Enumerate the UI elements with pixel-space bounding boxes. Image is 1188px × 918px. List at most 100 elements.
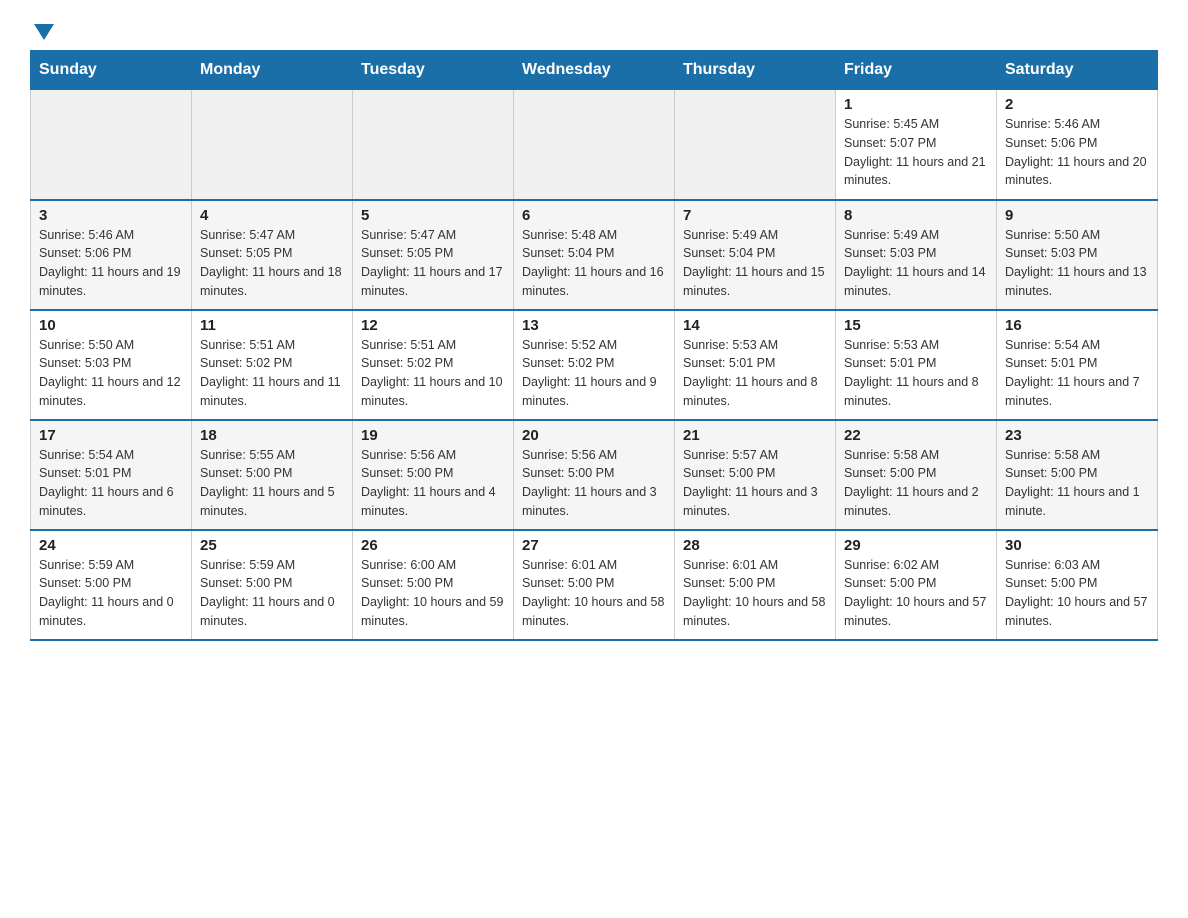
calendar-day-cell: 5Sunrise: 5:47 AMSunset: 5:05 PMDaylight… <box>353 200 514 310</box>
calendar-day-cell <box>353 90 514 200</box>
day-number: 8 <box>844 207 988 224</box>
calendar-day-cell: 9 Sunrise: 5:50 AMSunset: 5:03 PMDaylight… <box>997 200 1158 310</box>
day-info: Sunrise: 5:49 AMSunset: 5:04 PMDaylight:… <box>683 226 827 301</box>
day-number: 22 <box>844 427 988 444</box>
calendar-day-cell: 16 Sunrise: 5:54 AMSunset: 5:01 PMDayligh… <box>997 310 1158 420</box>
day-info: Sunrise: 5:56 AMSunset: 5:00 PMDaylight:… <box>361 446 505 521</box>
day-info: Sunrise: 6:03 AMSunset: 5:00 PMDaylight:… <box>1005 556 1149 631</box>
calendar-day-cell: 18 Sunrise: 5:55 AMSunset: 5:00 PMDayligh… <box>192 420 353 530</box>
calendar-day-cell: 12Sunrise: 5:51 AMSunset: 5:02 PMDayligh… <box>353 310 514 420</box>
weekday-header-row: SundayMondayTuesdayWednesdayThursdayFrid… <box>31 51 1158 90</box>
day-info: Sunrise: 5:51 AMSunset: 5:02 PMDaylight:… <box>361 336 505 411</box>
calendar-day-cell: 22 Sunrise: 5:58 AMSunset: 5:00 PMDayligh… <box>836 420 997 530</box>
calendar-day-cell: 25 Sunrise: 5:59 AMSunset: 5:00 PMDayligh… <box>192 530 353 640</box>
page-header <box>30 20 1158 40</box>
calendar-day-cell: 26 Sunrise: 6:00 AMSunset: 5:00 PMDayligh… <box>353 530 514 640</box>
day-number: 20 <box>522 427 666 444</box>
calendar-week-row: 1 Sunrise: 5:45 AMSunset: 5:07 PMDaylight… <box>31 90 1158 200</box>
day-number: 15 <box>844 317 988 334</box>
day-number: 18 <box>200 427 344 444</box>
day-info: Sunrise: 5:51 AMSunset: 5:02 PMDaylight:… <box>200 336 344 411</box>
day-number: 27 <box>522 537 666 554</box>
calendar-day-cell <box>514 90 675 200</box>
day-number: 13 <box>522 317 666 334</box>
day-number: 14 <box>683 317 827 334</box>
day-number: 29 <box>844 537 988 554</box>
calendar-day-cell: 4 Sunrise: 5:47 AMSunset: 5:05 PMDaylight… <box>192 200 353 310</box>
day-info: Sunrise: 6:01 AMSunset: 5:00 PMDaylight:… <box>683 556 827 631</box>
day-info: Sunrise: 5:46 AMSunset: 5:06 PMDaylight:… <box>39 226 183 301</box>
weekday-header-thursday: Thursday <box>675 51 836 90</box>
day-info: Sunrise: 5:55 AMSunset: 5:00 PMDaylight:… <box>200 446 344 521</box>
calendar-day-cell: 28Sunrise: 6:01 AMSunset: 5:00 PMDayligh… <box>675 530 836 640</box>
calendar-table: SundayMondayTuesdayWednesdayThursdayFrid… <box>30 50 1158 641</box>
weekday-header-tuesday: Tuesday <box>353 51 514 90</box>
calendar-day-cell: 23Sunrise: 5:58 AMSunset: 5:00 PMDayligh… <box>997 420 1158 530</box>
calendar-day-cell: 17 Sunrise: 5:54 AMSunset: 5:01 PMDayligh… <box>31 420 192 530</box>
day-number: 6 <box>522 207 666 224</box>
calendar-day-cell: 27 Sunrise: 6:01 AMSunset: 5:00 PMDayligh… <box>514 530 675 640</box>
calendar-day-cell <box>192 90 353 200</box>
calendar-day-cell: 19 Sunrise: 5:56 AMSunset: 5:00 PMDayligh… <box>353 420 514 530</box>
day-info: Sunrise: 5:50 AMSunset: 5:03 PMDaylight:… <box>1005 226 1149 301</box>
weekday-header-sunday: Sunday <box>31 51 192 90</box>
day-info: Sunrise: 5:46 AMSunset: 5:06 PMDaylight:… <box>1005 115 1149 190</box>
day-info: Sunrise: 5:45 AMSunset: 5:07 PMDaylight:… <box>844 115 988 190</box>
day-number: 16 <box>1005 317 1149 334</box>
calendar-day-cell: 15 Sunrise: 5:53 AMSunset: 5:01 PMDayligh… <box>836 310 997 420</box>
day-info: Sunrise: 5:58 AMSunset: 5:00 PMDaylight:… <box>844 446 988 521</box>
calendar-day-cell: 24 Sunrise: 5:59 AMSunset: 5:00 PMDayligh… <box>31 530 192 640</box>
calendar-day-cell <box>675 90 836 200</box>
calendar-day-cell: 21Sunrise: 5:57 AMSunset: 5:00 PMDayligh… <box>675 420 836 530</box>
day-info: Sunrise: 6:01 AMSunset: 5:00 PMDaylight:… <box>522 556 666 631</box>
calendar-day-cell: 1 Sunrise: 5:45 AMSunset: 5:07 PMDaylight… <box>836 90 997 200</box>
day-info: Sunrise: 5:53 AMSunset: 5:01 PMDaylight:… <box>683 336 827 411</box>
calendar-day-cell: 20 Sunrise: 5:56 AMSunset: 5:00 PMDayligh… <box>514 420 675 530</box>
calendar-week-row: 17 Sunrise: 5:54 AMSunset: 5:01 PMDayligh… <box>31 420 1158 530</box>
day-number: 5 <box>361 207 505 224</box>
day-number: 26 <box>361 537 505 554</box>
day-number: 23 <box>1005 427 1149 444</box>
calendar-week-row: 3 Sunrise: 5:46 AMSunset: 5:06 PMDaylight… <box>31 200 1158 310</box>
day-number: 4 <box>200 207 344 224</box>
calendar-week-row: 10Sunrise: 5:50 AMSunset: 5:03 PMDayligh… <box>31 310 1158 420</box>
day-number: 10 <box>39 317 183 334</box>
day-number: 30 <box>1005 537 1149 554</box>
weekday-header-saturday: Saturday <box>997 51 1158 90</box>
day-number: 11 <box>200 317 344 334</box>
calendar-day-cell: 10Sunrise: 5:50 AMSunset: 5:03 PMDayligh… <box>31 310 192 420</box>
day-number: 25 <box>200 537 344 554</box>
logo <box>30 20 54 40</box>
logo-triangle-icon <box>34 24 54 40</box>
day-info: Sunrise: 5:54 AMSunset: 5:01 PMDaylight:… <box>39 446 183 521</box>
calendar-day-cell: 30 Sunrise: 6:03 AMSunset: 5:00 PMDayligh… <box>997 530 1158 640</box>
weekday-header-friday: Friday <box>836 51 997 90</box>
day-number: 1 <box>844 96 988 113</box>
weekday-header-wednesday: Wednesday <box>514 51 675 90</box>
day-number: 19 <box>361 427 505 444</box>
day-info: Sunrise: 5:59 AMSunset: 5:00 PMDaylight:… <box>200 556 344 631</box>
calendar-day-cell: 6 Sunrise: 5:48 AMSunset: 5:04 PMDaylight… <box>514 200 675 310</box>
day-info: Sunrise: 6:02 AMSunset: 5:00 PMDaylight:… <box>844 556 988 631</box>
calendar-day-cell: 13 Sunrise: 5:52 AMSunset: 5:02 PMDayligh… <box>514 310 675 420</box>
calendar-day-cell: 2Sunrise: 5:46 AMSunset: 5:06 PMDaylight… <box>997 90 1158 200</box>
day-number: 3 <box>39 207 183 224</box>
day-info: Sunrise: 6:00 AMSunset: 5:00 PMDaylight:… <box>361 556 505 631</box>
calendar-day-cell <box>31 90 192 200</box>
calendar-week-row: 24 Sunrise: 5:59 AMSunset: 5:00 PMDayligh… <box>31 530 1158 640</box>
weekday-header-monday: Monday <box>192 51 353 90</box>
day-info: Sunrise: 5:52 AMSunset: 5:02 PMDaylight:… <box>522 336 666 411</box>
day-info: Sunrise: 5:59 AMSunset: 5:00 PMDaylight:… <box>39 556 183 631</box>
day-info: Sunrise: 5:53 AMSunset: 5:01 PMDaylight:… <box>844 336 988 411</box>
day-info: Sunrise: 5:47 AMSunset: 5:05 PMDaylight:… <box>200 226 344 301</box>
day-info: Sunrise: 5:54 AMSunset: 5:01 PMDaylight:… <box>1005 336 1149 411</box>
day-number: 9 <box>1005 207 1149 224</box>
calendar-day-cell: 7Sunrise: 5:49 AMSunset: 5:04 PMDaylight… <box>675 200 836 310</box>
day-number: 17 <box>39 427 183 444</box>
day-info: Sunrise: 5:48 AMSunset: 5:04 PMDaylight:… <box>522 226 666 301</box>
day-number: 24 <box>39 537 183 554</box>
calendar-day-cell: 3 Sunrise: 5:46 AMSunset: 5:06 PMDaylight… <box>31 200 192 310</box>
day-number: 21 <box>683 427 827 444</box>
calendar-day-cell: 11 Sunrise: 5:51 AMSunset: 5:02 PMDayligh… <box>192 310 353 420</box>
day-info: Sunrise: 5:56 AMSunset: 5:00 PMDaylight:… <box>522 446 666 521</box>
